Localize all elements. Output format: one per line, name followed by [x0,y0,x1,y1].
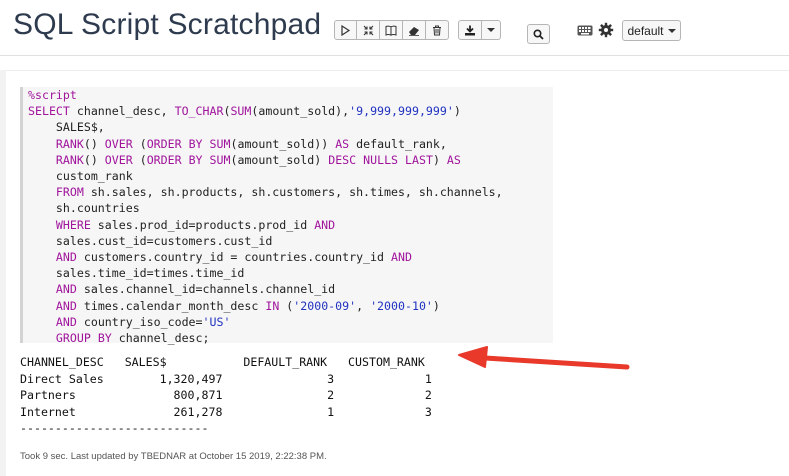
result-row: Internet 261,278 1 3 [20,404,432,419]
expand-icon [363,25,373,35]
code-line: sales.cust_id=customers.cust_id [28,233,273,248]
code-line: RANK() OVER (ORDER BY SUM(amount_sold) D… [55,152,461,167]
run-button[interactable] [334,20,357,40]
keyboard-icon[interactable] [577,25,593,36]
expand-button[interactable] [357,20,380,40]
left-gutter [0,70,6,476]
header-divider [0,55,789,56]
code-line: WHERE sales.prod_id=products.prod_id AND [55,217,336,232]
code-line: RANK() OVER (ORDER BY SUM(amount_sold)) … [55,136,447,151]
gear-icon[interactable] [598,22,614,38]
chevron-down-icon [667,28,676,33]
code-line: AND times.calendar_month_desc IN ('2000-… [55,298,440,313]
delete-button[interactable] [426,20,449,40]
paragraph-toolbar [334,20,449,40]
book-icon [385,25,397,36]
mode-select-value: default [627,23,664,38]
download-dropdown-button[interactable] [482,20,501,40]
code-line: AND sales.channel_id=channels.channel_id [55,282,336,297]
search-button[interactable] [527,24,550,44]
code-line: custom_rank [28,169,133,184]
annotation-arrow-icon [458,346,630,370]
code-line: sales.time_id=times.time_id [28,266,245,281]
download-icon [465,25,475,35]
download-button[interactable] [458,20,482,40]
search-icon [533,28,544,40]
result-header: CHANNEL_DESC SALES$ DEFAULT_RANK CUSTOM_… [20,355,425,369]
clear-output-button[interactable] [403,20,426,40]
result-separator: --------------------------- [20,421,209,436]
result-row: Direct Sales 1,320,497 3 1 [20,371,432,386]
book-button[interactable] [380,20,403,40]
eraser-icon [409,26,419,36]
download-toolbar [458,20,501,40]
paragraph-top-border [6,70,789,71]
status-text: Took 9 sec. Last updated by TBEDNAR at O… [20,451,327,462]
code-line: sh.countries [28,201,140,216]
code-editor-text[interactable]: %script SELECT channel_desc, TO_CHAR(SUM… [28,87,503,346]
chevron-down-icon [487,28,495,32]
code-line: GROUP BY channel_desc; [55,331,210,346]
code-line: SALES$, [28,120,105,135]
code-line: FROM sh.sales, sh.products, sh.customers… [55,185,503,200]
code-line: SELECT channel_desc, TO_CHAR(SUM(amount_… [28,104,461,119]
code-line: AND customers.country_id = countries.cou… [55,250,412,265]
run-icon [341,24,351,36]
result-output: CHANNEL_DESC SALES$ DEFAULT_RANK CUSTOM_… [20,354,432,437]
code-line: %script [28,88,77,102]
code-line: AND country_iso_code='US' [55,314,231,329]
trash-icon [433,25,441,35]
page-title: SQL Script Scratchpad [13,8,322,41]
interpreter-mode-select[interactable]: default [622,20,681,41]
result-row: Partners 800,871 2 2 [20,388,432,403]
